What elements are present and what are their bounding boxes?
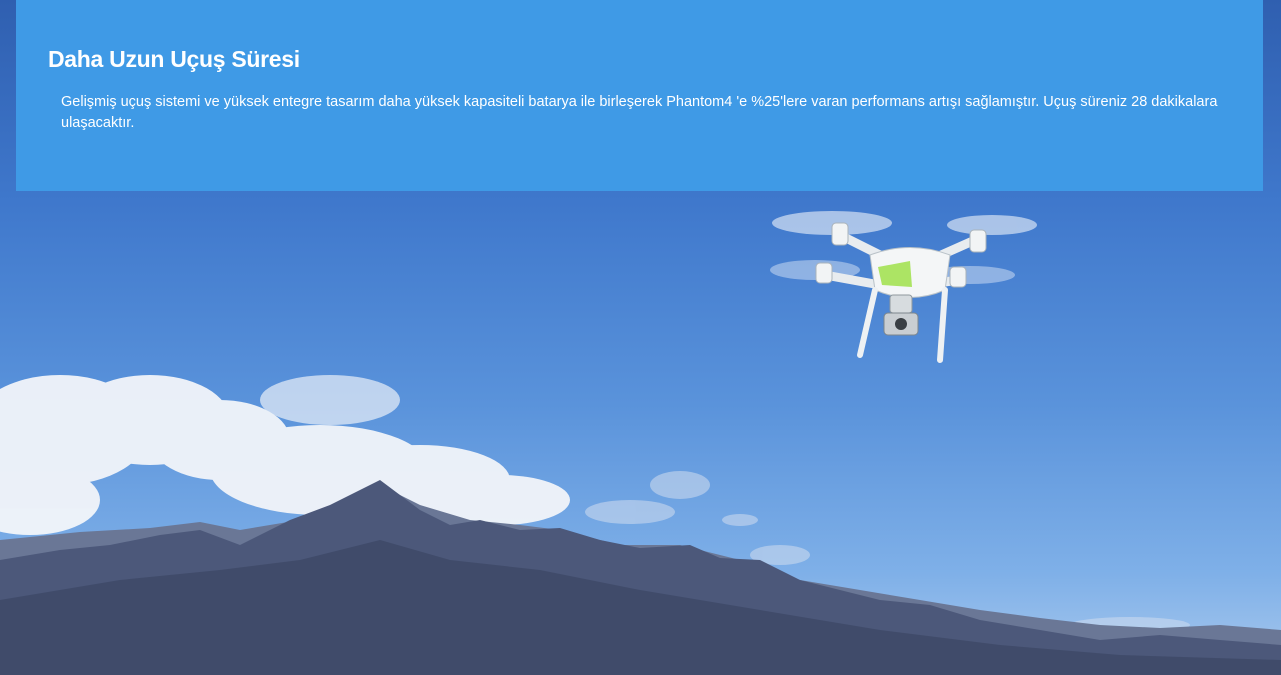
clouds [0, 375, 570, 535]
banner-description: Gelişmiş uçuş sistemi ve yüksek entegre … [61, 94, 1218, 131]
drone-image [770, 211, 1037, 363]
hero-scene: Daha Uzun Uçuş Süresi Gelişmiş uçuş sist… [0, 0, 1281, 675]
feature-banner: Daha Uzun Uçuş Süresi Gelişmiş uçuş sist… [16, 0, 1263, 191]
banner-title: Daha Uzun Uçuş Süresi [48, 46, 300, 72]
